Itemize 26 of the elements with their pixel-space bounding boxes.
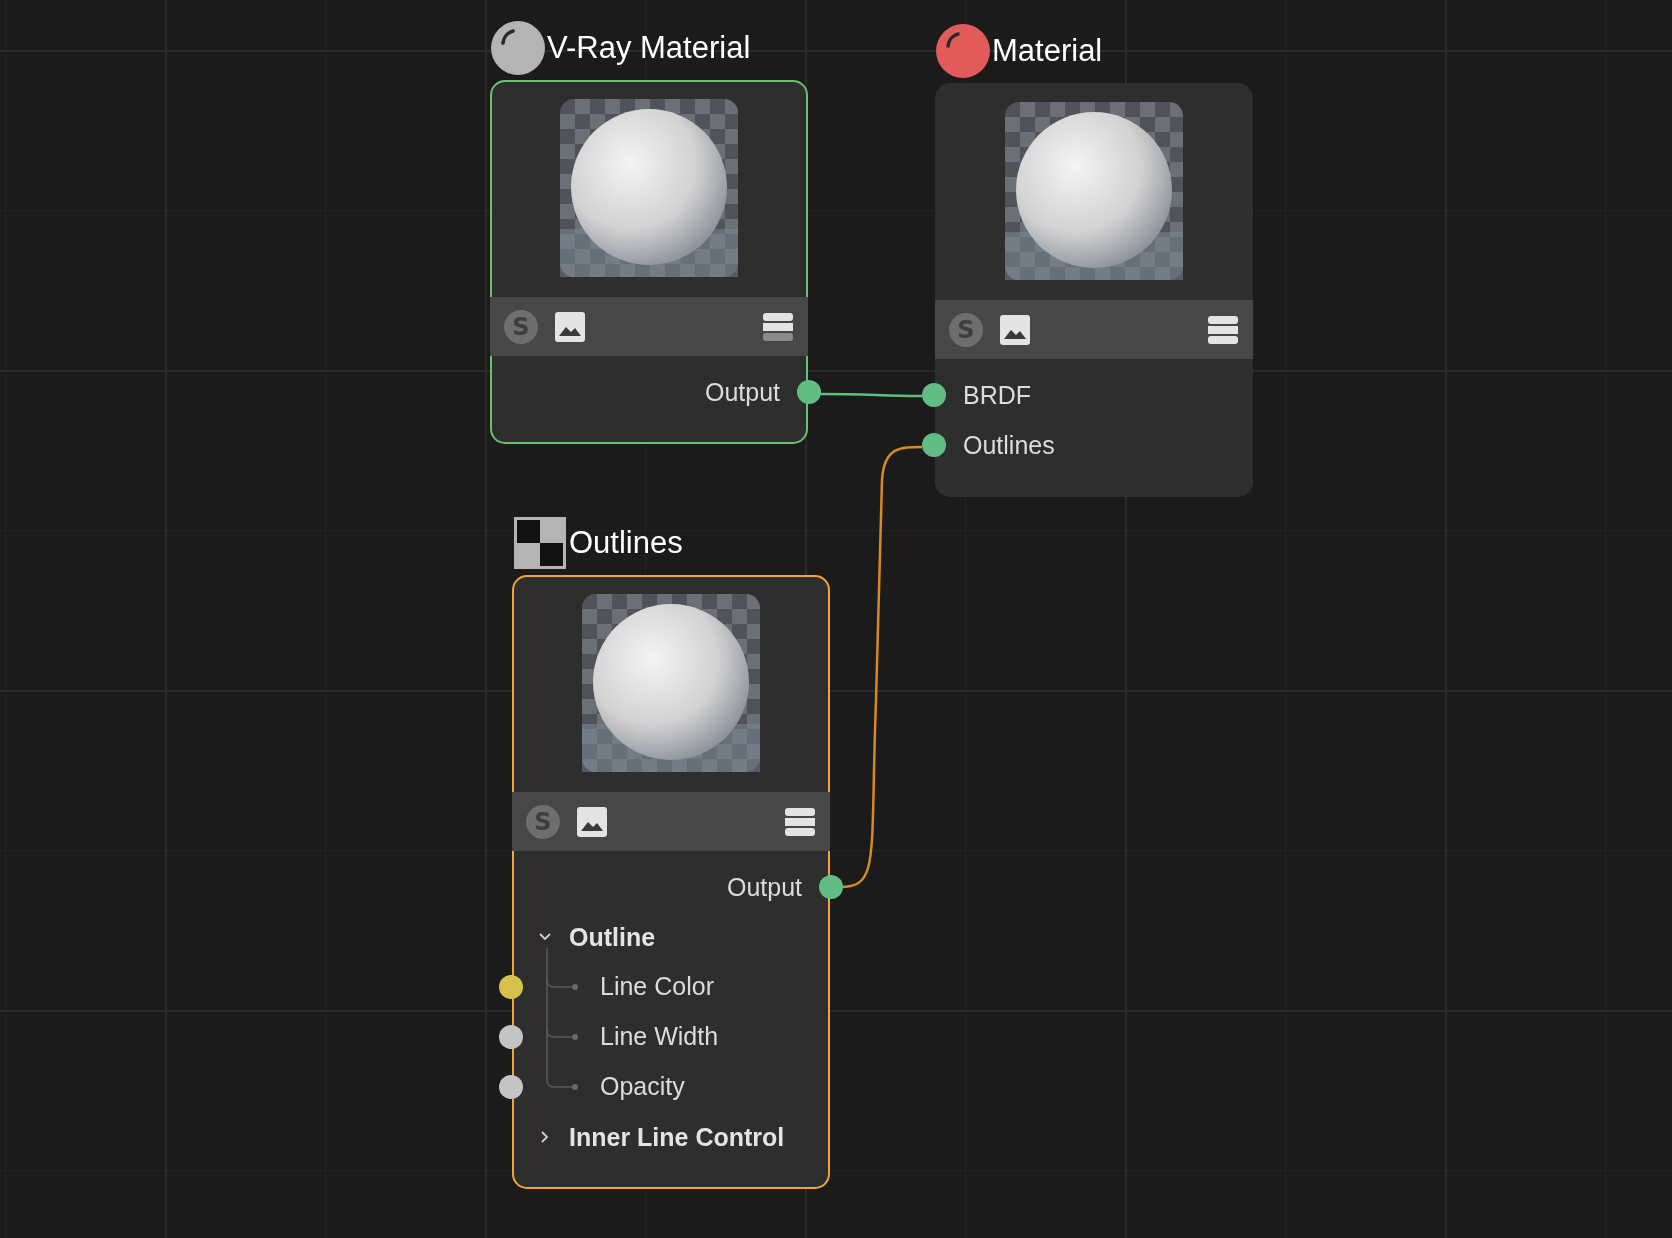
input-port[interactable] [499,1075,523,1099]
port-label: Output [704,377,780,407]
tree-branch-line [545,948,579,1012]
node-title: Outlines [569,525,683,561]
input-port[interactable] [922,383,946,407]
node-title: V-Ray Material [547,30,751,66]
image-icon[interactable] [554,310,586,343]
output-port[interactable] [797,380,821,404]
param-label: Line Width [600,1022,719,1051]
menu-icon[interactable] [784,806,816,837]
input-port[interactable] [499,975,523,999]
image-icon[interactable] [999,313,1031,346]
port-label: BRDF [963,380,1032,410]
node-title: Material [992,33,1103,69]
port-label: Outlines [963,430,1055,460]
group-label[interactable]: Inner Line Control [569,1122,785,1152]
param-label: Line Color [600,972,714,1001]
input-port[interactable] [499,1025,523,1049]
param-label: Opacity [600,1072,685,1101]
output-port[interactable] [819,875,843,899]
input-port[interactable] [922,433,946,457]
port-label: Output [726,872,802,902]
image-icon[interactable] [576,805,608,838]
menu-icon[interactable] [762,311,794,342]
group-label[interactable]: Outline [569,922,656,952]
menu-icon[interactable] [1207,314,1239,345]
